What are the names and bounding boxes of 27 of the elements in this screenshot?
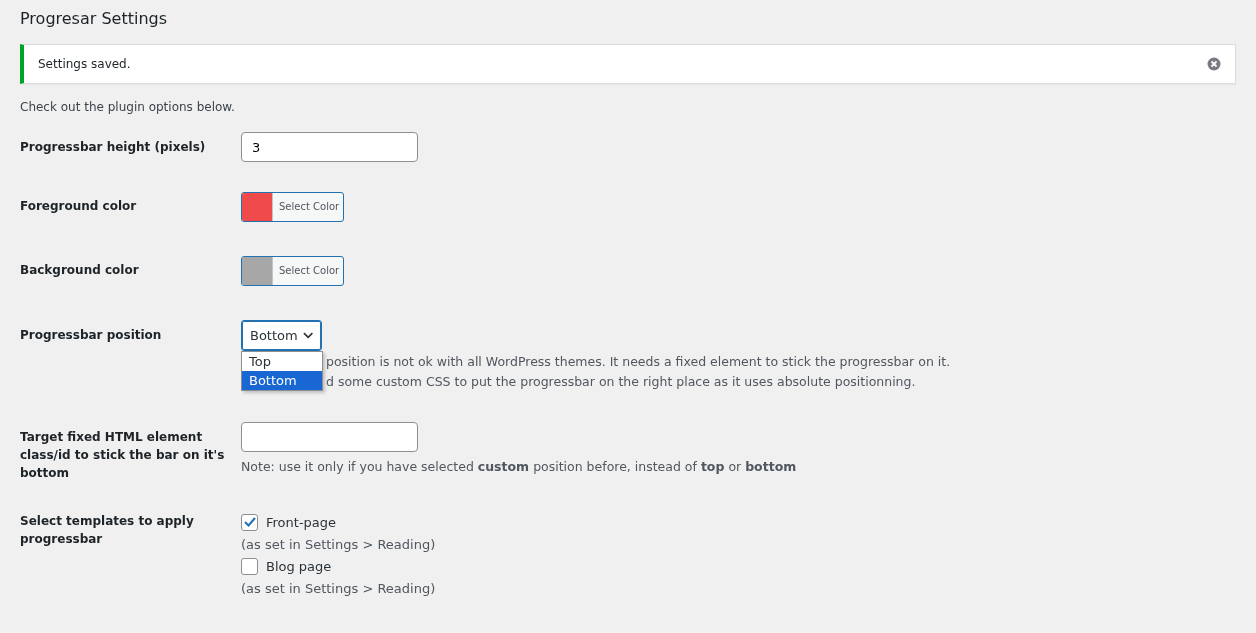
hint-text: (as set in Settings > Reading) [241, 581, 436, 596]
text-input[interactable] [241, 422, 418, 452]
field-label: Background color [20, 262, 140, 279]
notice-text: Settings saved. [38, 57, 131, 71]
field-label: Select templates to apply progressbar [20, 513, 195, 548]
dropdown-option[interactable]: Bottom [242, 371, 322, 390]
color-picker-button[interactable]: Select Color [241, 256, 344, 286]
checkbox-label: Front-page [266, 514, 337, 530]
text-input[interactable]: 3 [241, 132, 418, 162]
description-text: position is not ok with all WordPress themes. It needs a fixed element to stick the progressbar on it. [326, 353, 951, 371]
description-text: d some custom CSS to put the progressbar on the right place as it uses absolute positionning. [326, 373, 917, 391]
position-dropdown[interactable]: Bottom [241, 320, 322, 351]
field-label: Foreground color [20, 198, 138, 215]
description-text: Note: use it only if you have selected custom position before, instead of top or bottom [241, 458, 797, 476]
intro-text: Check out the plugin options below. [20, 100, 236, 114]
hint-text: (as set in Settings > Reading) [241, 537, 436, 552]
field-label: Progressbar position [20, 327, 163, 344]
close-icon[interactable] [1207, 57, 1221, 71]
color-picker-button[interactable]: Select Color [241, 192, 344, 222]
checkbox[interactable] [241, 513, 258, 531]
chevron-icon [302, 332, 313, 339]
checkbox[interactable] [241, 557, 258, 575]
page-title: Progresar Settings [20, 8, 169, 30]
dropdown-option[interactable]: Top [242, 352, 322, 371]
field-label: Target fixed HTML element class/id to stick the bar on it's bottom [20, 429, 226, 482]
field-label: Progressbar height (pixels) [20, 139, 207, 156]
checkbox-label: Blog page [266, 558, 332, 574]
